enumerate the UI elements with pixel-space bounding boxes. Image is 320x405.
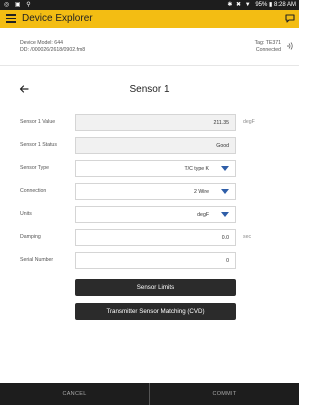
clock: 8:28 AM: [273, 2, 296, 8]
device-tag: Tag: TE371: [254, 40, 281, 46]
wireless-signal-icon: [287, 42, 293, 50]
sensor-matching-cvd-button[interactable]: Transmitter Sensor Matching (CVD): [75, 303, 236, 320]
status-right: ✱ ✖ ▼ 95% ▮ 8:28 AM: [227, 1, 296, 8]
damping-row: Damping 0.0 sec: [0, 229, 299, 246]
sensor-status-field: Good: [75, 137, 236, 154]
sensor-value-row: Sensor 1 Value 211.35 degF: [0, 114, 299, 131]
units-row: Units degF: [0, 206, 299, 223]
connection-dropdown[interactable]: 2 Wire: [75, 183, 236, 200]
sensor-status-value: Good: [216, 143, 229, 149]
serial-number-input[interactable]: 0: [75, 252, 236, 269]
damping-input[interactable]: 0.0: [75, 229, 236, 246]
sensor-type-value: T/C type K: [184, 166, 209, 172]
cancel-button[interactable]: CANCEL: [0, 383, 149, 405]
connection-status: Connected: [255, 47, 281, 53]
sensor-value-label: Sensor 1 Value: [20, 119, 56, 125]
status-left-icons: ◎ ▣ ⚲: [4, 2, 33, 8]
dropdown-arrow-icon: [221, 189, 229, 194]
units-dropdown[interactable]: degF: [75, 206, 236, 223]
damping-label: Damping: [20, 234, 41, 240]
serial-number-label: Serial Number: [20, 257, 54, 263]
commit-button[interactable]: COMMIT: [150, 383, 299, 405]
damping-unit: sec: [243, 234, 252, 240]
sensor-value-unit: degF: [243, 119, 255, 125]
device-info-panel: Device Model: 644 DD: /000026/2618/0902.…: [0, 28, 299, 66]
sensor-type-dropdown[interactable]: T/C type K: [75, 160, 236, 177]
sensor-status-label: Sensor 1 Status: [20, 142, 57, 148]
app-title: Device Explorer: [22, 13, 93, 24]
sensor-value-field: 211.35: [75, 114, 236, 131]
device-model: Device Model: 644: [20, 40, 63, 46]
sensor-type-row: Sensor Type T/C type K: [0, 160, 299, 177]
hamburger-menu-icon[interactable]: [6, 14, 16, 23]
units-label: Units: [20, 211, 32, 217]
dropdown-arrow-icon: [221, 166, 229, 171]
connection-row: Connection 2 Wire: [0, 183, 299, 200]
bottom-action-bar: CANCEL COMMIT: [0, 383, 299, 405]
units-value: degF: [197, 212, 209, 218]
sensor-value: 211.35: [213, 120, 229, 126]
status-icons: ✱ ✖ ▼: [227, 2, 252, 8]
serial-number-value: 0: [226, 258, 229, 264]
device-dd-path: DD: /000026/2618/0902.fm8: [20, 47, 86, 53]
connection-value: 2 Wire: [194, 189, 209, 195]
sensor-limits-button[interactable]: Sensor Limits: [75, 279, 236, 296]
sensor-type-label: Sensor Type: [20, 165, 50, 171]
battery-icon: ▮: [269, 2, 273, 8]
app-bar: Device Explorer: [0, 10, 299, 28]
chat-bubble-icon[interactable]: [285, 14, 295, 23]
battery-level: 95%: [255, 2, 268, 8]
damping-value: 0.0: [221, 235, 229, 241]
serial-number-row: Serial Number 0: [0, 252, 299, 269]
status-bar: ◎ ▣ ⚲ ✱ ✖ ▼ 95% ▮ 8:28 AM: [0, 0, 299, 10]
sensor-status-row: Sensor 1 Status Good: [0, 137, 299, 154]
connection-label: Connection: [20, 188, 47, 194]
page-title: Sensor 1: [129, 84, 170, 95]
dropdown-arrow-icon: [221, 212, 229, 217]
